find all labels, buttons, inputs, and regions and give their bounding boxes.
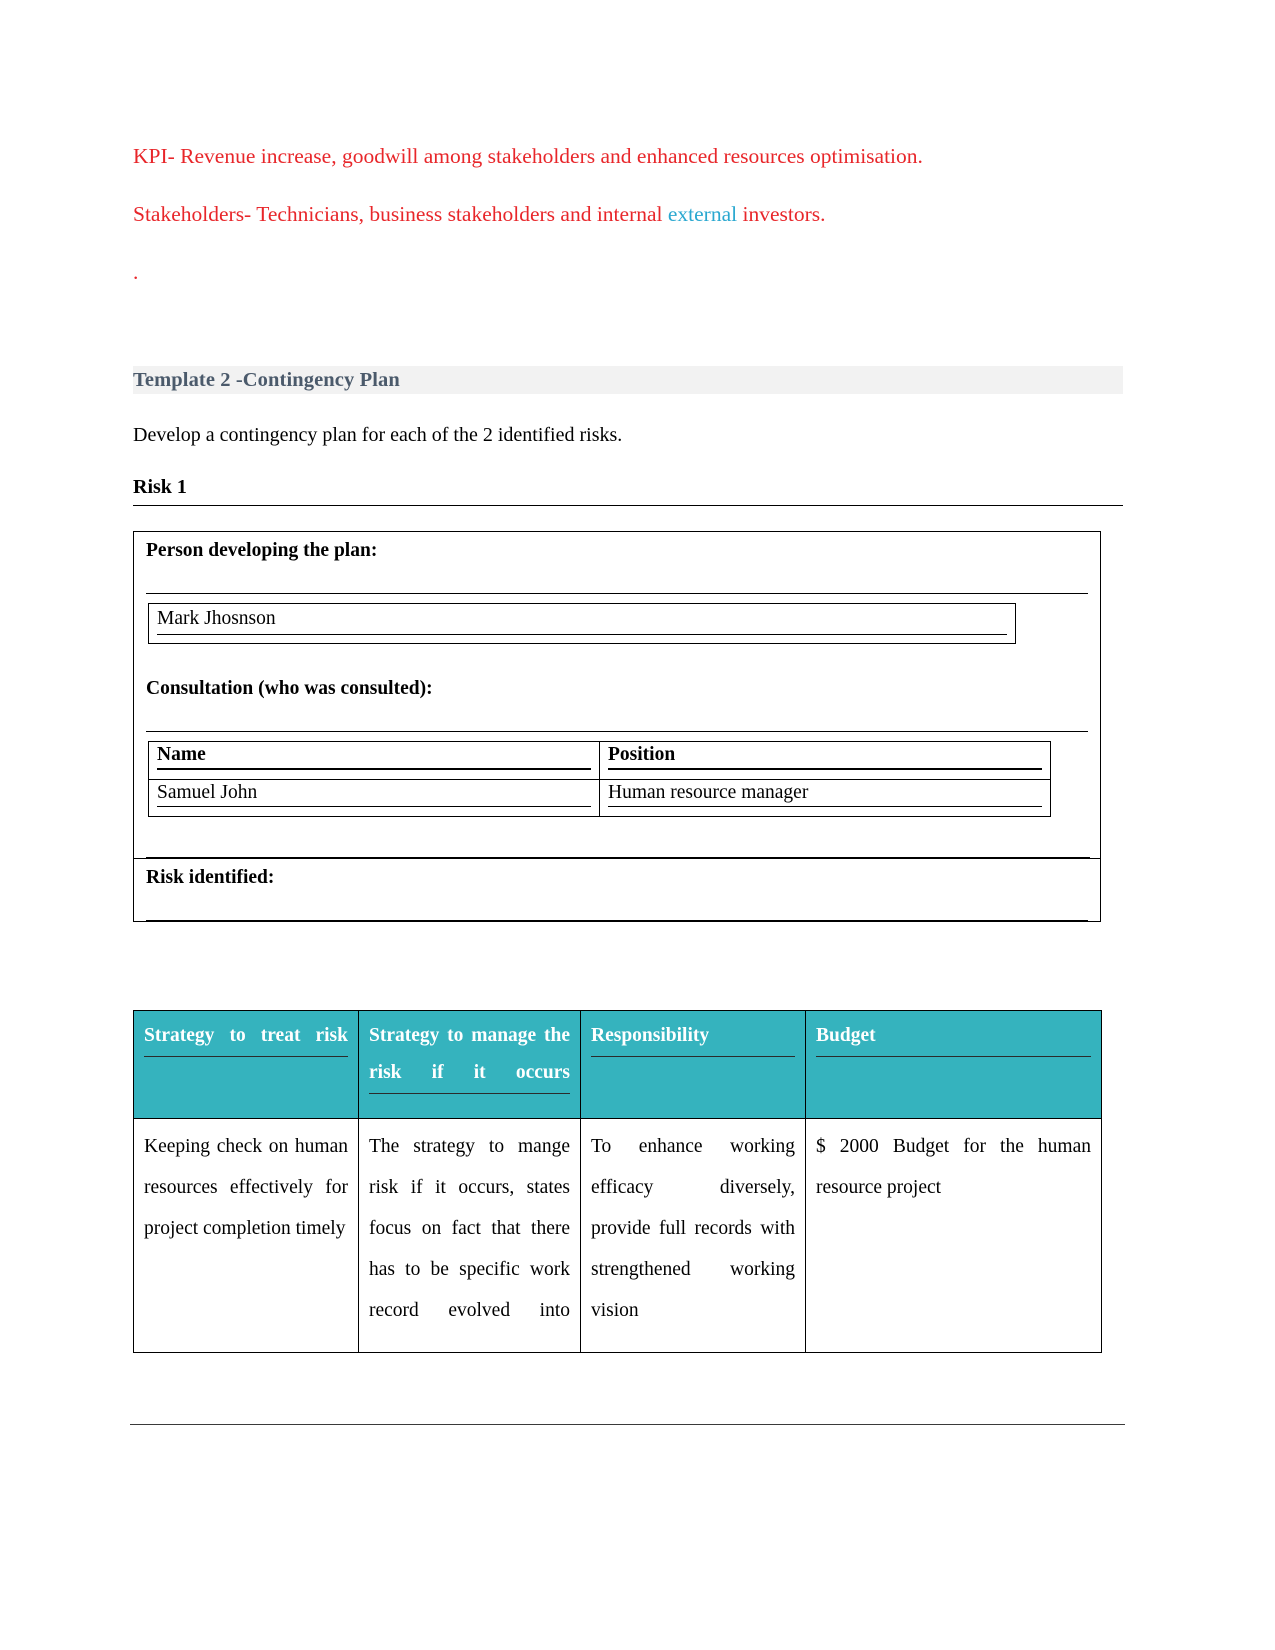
strategy-cell-responsibility[interactable]: To enhance working efficacy diversely, p… — [580, 1118, 806, 1353]
strategy-responsibility-value[interactable]: To enhance working efficacy diversely, p… — [591, 1127, 795, 1332]
stakeholders-paragraph: Stakeholders- Technicians, business stak… — [133, 202, 826, 227]
consultation-header-name-label: Name — [157, 744, 591, 771]
person-developing-label-bold: Person developing the plan — [146, 540, 371, 561]
template-banner: Template 2 -Contingency Plan — [133, 366, 1123, 394]
person-name-box[interactable]: Mark Jhosnson — [148, 603, 1016, 644]
spacer-after-consultation — [134, 817, 1100, 857]
trailing-dot-paragraph: . — [133, 260, 139, 284]
consultation-table: Name Position Samuel John Human resource — [148, 741, 1051, 818]
strategy-header-treat-risk-label: Strategy to treat risk — [144, 1017, 348, 1058]
consultation-header-position: Position — [599, 741, 1051, 781]
strategy-header-treat-risk: Strategy to treat risk — [133, 1010, 359, 1119]
strategy-manage-risk-value[interactable]: The strategy to mange risk if it occurs,… — [369, 1127, 570, 1332]
risk-identified-section: Risk identified: — [134, 859, 1100, 922]
consultation-cell-position[interactable]: Human resource manager — [599, 779, 1051, 818]
consultation-header-position-label: Position — [608, 744, 1042, 771]
consultation-cell-name[interactable]: Samuel John — [148, 779, 600, 818]
strategy-header-manage-risk-label: Strategy to manage the risk if it occurs — [369, 1017, 570, 1095]
strategy-table-body: Keeping check on human resources effecti… — [133, 1118, 1102, 1353]
risk-identified-label-colon: : — [267, 867, 275, 889]
consultation-underline — [146, 731, 1088, 733]
risk-heading-rule — [133, 505, 1123, 506]
risk-section-heading: Risk 1 — [133, 476, 1123, 506]
consultation-table-body: Samuel John Human resource manager — [148, 779, 1051, 818]
stakeholders-text-suffix: investors. — [737, 202, 826, 226]
strategy-table-head: Strategy to treat risk Strategy to manag… — [133, 1010, 1102, 1119]
kpi-paragraph: KPI- Revenue increase, goodwill among st… — [133, 144, 923, 168]
strategy-header-row: Strategy to treat risk Strategy to manag… — [133, 1010, 1102, 1119]
consultation-label: Consultation (who was consulted): — [146, 677, 433, 699]
person-developing-underline — [146, 593, 1088, 595]
person-developing-label: Person developing the plan: — [146, 532, 1088, 563]
person-name-value[interactable]: Mark Jhosnson — [157, 606, 1007, 635]
stakeholders-external-highlight: external — [667, 202, 738, 226]
strategy-header-manage-risk: Strategy to manage the risk if it occurs — [358, 1010, 581, 1119]
strategy-header-budget: Budget — [805, 1010, 1102, 1119]
strategy-header-budget-label: Budget — [816, 1017, 1091, 1058]
consultation-name-value[interactable]: Samuel John — [157, 782, 591, 808]
strategy-budget-value[interactable]: $ 2000 Budget for the human resource pro… — [816, 1127, 1091, 1209]
risk-heading-label: Risk 1 — [133, 476, 187, 498]
table-row: Samuel John Human resource manager — [148, 779, 1051, 818]
document-page: KPI- Revenue increase, goodwill among st… — [0, 0, 1275, 1650]
risk-identified-label: Risk identified: — [146, 859, 1088, 890]
page-footer-rule — [130, 1424, 1125, 1425]
consultation-section: Consultation (who was consulted): — [134, 670, 1100, 733]
strategy-header-responsibility-label: Responsibility — [591, 1017, 795, 1058]
person-developing-label-colon: : — [370, 540, 378, 561]
strategy-table: Strategy to treat risk Strategy to manag… — [133, 1010, 1102, 1353]
table-row: Keeping check on human resources effecti… — [133, 1118, 1102, 1353]
contingency-form-box: Person developing the plan: Mark Jhosnso… — [133, 531, 1101, 923]
risk-identified-label-bold: Risk identified — [146, 867, 268, 889]
consultation-header-row: Name Position — [148, 741, 1051, 781]
strategy-cell-treat-risk[interactable]: Keeping check on human resources effecti… — [133, 1118, 359, 1353]
consultation-position-value[interactable]: Human resource manager — [608, 782, 1042, 808]
consultation-header-name: Name — [148, 741, 600, 781]
instruction-text: Develop a contingency plan for each of t… — [133, 424, 623, 446]
spacer-after-person — [134, 644, 1100, 670]
template-banner-title: Template 2 -Contingency Plan — [133, 368, 400, 391]
consultation-table-head: Name Position — [148, 741, 1051, 781]
stakeholders-text-prefix: Stakeholders- Technicians, business stak… — [133, 202, 668, 226]
strategy-cell-budget[interactable]: $ 2000 Budget for the human resource pro… — [805, 1118, 1102, 1353]
strategy-header-responsibility: Responsibility — [580, 1010, 806, 1119]
strategy-treat-risk-value[interactable]: Keeping check on human resources effecti… — [144, 1127, 348, 1250]
risk-identified-underline — [146, 920, 1088, 922]
person-developing-section: Person developing the plan: — [134, 532, 1100, 595]
strategy-cell-manage-risk[interactable]: The strategy to mange risk if it occurs,… — [358, 1118, 581, 1353]
